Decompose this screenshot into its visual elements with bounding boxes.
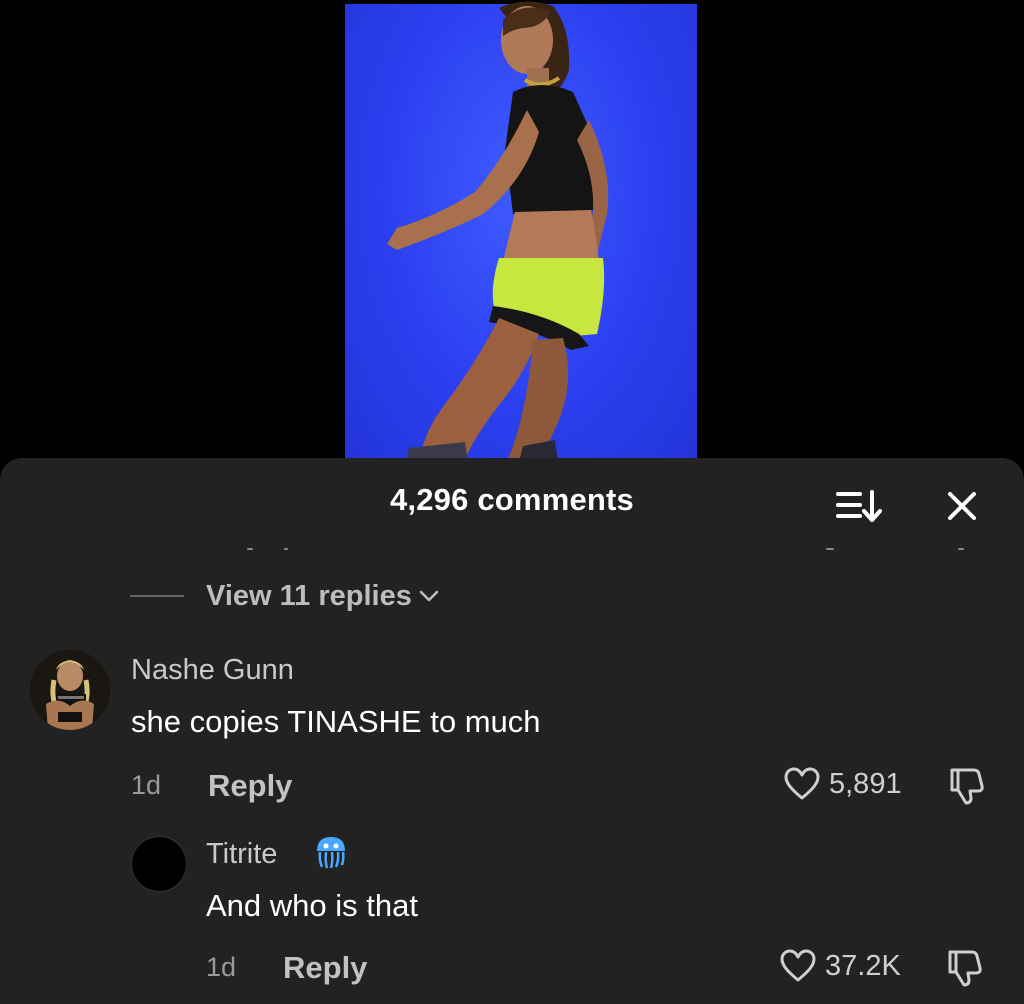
like-count: 37.2K (825, 949, 901, 982)
cutoff-text-fragment (958, 548, 964, 550)
view-replies-button[interactable]: View 11 replies (130, 576, 440, 616)
reply-button[interactable]: Reply (208, 768, 292, 804)
view-replies-label: View 11 replies (206, 579, 412, 612)
sheet-header: 4,296 comments (0, 458, 1024, 548)
close-icon[interactable] (942, 486, 982, 526)
avatar[interactable] (131, 836, 187, 892)
comments-sheet: 4,296 comments View 11 replies Nashe Gun… (0, 458, 1024, 1004)
video-player[interactable] (0, 0, 1024, 470)
comment-username[interactable]: Titrite (206, 838, 277, 871)
cutoff-text-fragment (284, 548, 288, 550)
chevron-down-icon (419, 590, 439, 602)
cutoff-text-fragment (247, 548, 253, 550)
cutoff-text-fragment (826, 548, 834, 550)
comment-time: 1d (131, 770, 162, 800)
avatar[interactable] (30, 650, 110, 730)
heart-icon (780, 949, 816, 982)
comment-time: 1d (206, 952, 237, 982)
thread-line (130, 595, 184, 597)
comment-username[interactable]: Nashe Gunn (131, 654, 294, 687)
reply-button[interactable]: Reply (283, 950, 367, 986)
jellyfish-icon (317, 837, 345, 869)
sort-icon[interactable] (834, 488, 886, 524)
dancer-figure (387, 1, 609, 470)
video-frame (327, 0, 697, 470)
comment-text: she copies TINASHE to much (131, 704, 541, 739)
comment-text: And who is that (206, 888, 418, 923)
like-button[interactable]: 37.2K (779, 948, 901, 984)
dislike-icon[interactable] (944, 766, 988, 806)
like-count: 5,891 (829, 767, 902, 800)
like-button[interactable]: 5,891 (783, 766, 902, 802)
heart-icon (784, 767, 820, 800)
avatar-image (30, 650, 110, 730)
dislike-icon[interactable] (942, 948, 986, 988)
